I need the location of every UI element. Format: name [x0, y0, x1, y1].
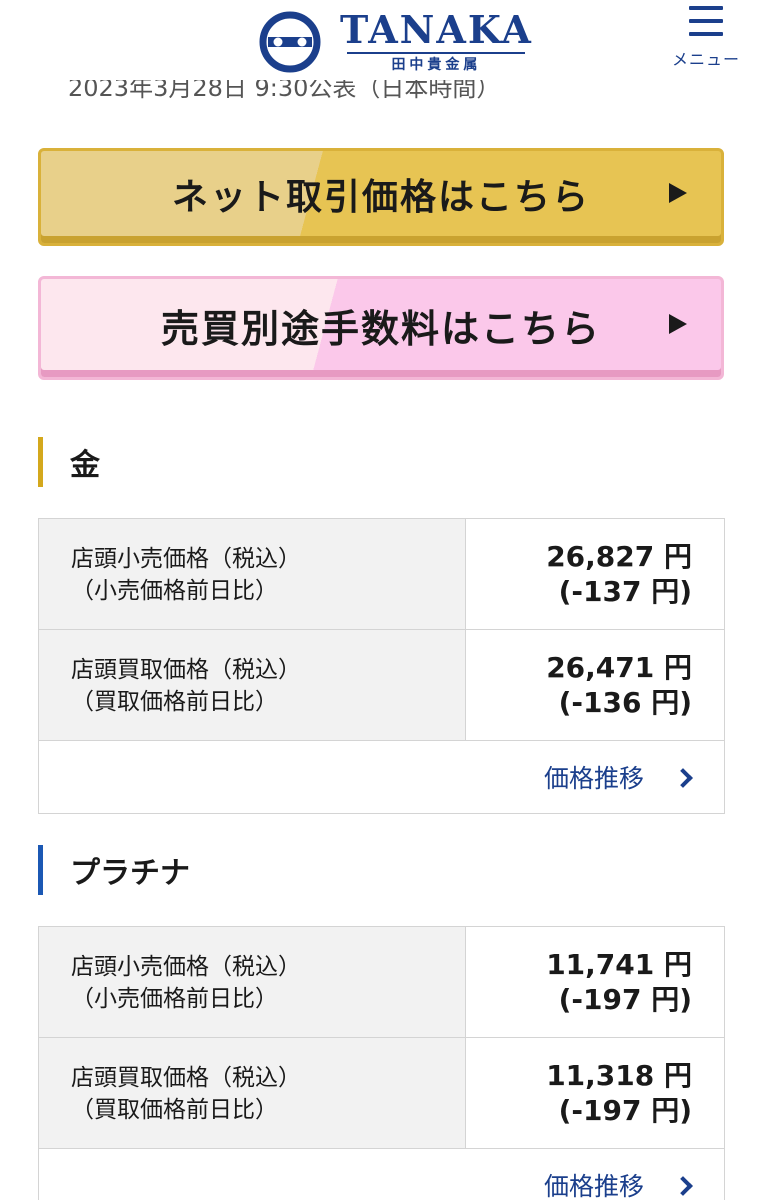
table-row: 店頭買取価格（税込） （買取価格前日比） 26,471 円 (-136 円)	[39, 630, 724, 741]
chevron-right-icon	[673, 768, 693, 788]
platinum-price-trend-link[interactable]: 価格推移	[543, 1167, 693, 1200]
table-row: 店頭小売価格（税込） （小売価格前日比） 11,741 円 (-197 円)	[39, 927, 724, 1038]
menu-button[interactable]: メニュー	[666, 6, 746, 70]
trend-link-label: 価格推移	[543, 1172, 644, 1200]
buy-price: 26,471 円	[546, 651, 692, 684]
chevron-right-icon	[673, 1176, 693, 1196]
buy-price-label: 店頭買取価格（税込） （買取価格前日比）	[39, 630, 466, 740]
hamburger-menu-icon	[689, 6, 723, 36]
retail-price: 11,741 円	[546, 948, 692, 981]
play-arrow-icon	[669, 183, 687, 203]
retail-label-line1: 店頭小売価格（税込）	[71, 954, 301, 980]
net-price-button-label: ネット取引価格はこちら	[171, 177, 590, 218]
buy-label-line2: （買取価格前日比）	[71, 1097, 278, 1123]
table-row: 店頭小売価格（税込） （小売価格前日比） 26,827 円 (-137 円)	[39, 519, 724, 630]
trend-row: 価格推移	[39, 1149, 724, 1200]
trend-row: 価格推移	[39, 741, 724, 813]
platinum-price-table: 店頭小売価格（税込） （小売価格前日比） 11,741 円 (-197 円) 店…	[38, 926, 725, 1200]
retail-change: (-137 円)	[558, 575, 692, 608]
retail-price-label: 店頭小売価格（税込） （小売価格前日比）	[39, 927, 466, 1037]
buy-label-line1: 店頭買取価格（税込）	[71, 1065, 301, 1091]
logo-main-text: TANAKA	[340, 7, 533, 52]
logo-sub-text: 田中貴金属	[391, 57, 482, 73]
site-header: TANAKA 田中貴金属 メニュー	[0, 0, 763, 84]
buy-price: 11,318 円	[546, 1059, 692, 1092]
platinum-section-title: プラチナ	[38, 845, 190, 895]
buy-price-value: 11,318 円 (-197 円)	[466, 1038, 724, 1148]
publish-date-text: 2023年3月28日 9:30公表（日本時間）	[68, 80, 488, 102]
tanaka-logo-icon	[259, 11, 321, 73]
publish-date: 2023年3月28日 9:30公表（日本時間）	[68, 80, 488, 102]
retail-price-value: 11,741 円 (-197 円)	[466, 927, 724, 1037]
menu-label: メニュー	[671, 50, 740, 69]
tanaka-logo[interactable]: TANAKA 田中貴金属	[258, 10, 533, 74]
buy-change: (-197 円)	[558, 1094, 692, 1127]
retail-change: (-197 円)	[558, 983, 692, 1016]
retail-label-line2: （小売価格前日比）	[71, 578, 278, 604]
retail-label-line2: （小売価格前日比）	[71, 986, 278, 1012]
gold-section-title: 金	[38, 437, 100, 487]
fees-button[interactable]: 売買別途手数料はこちら	[38, 276, 724, 380]
logo-wordmark: TANAKA 田中貴金属	[340, 10, 533, 74]
gold-price-table: 店頭小売価格（税込） （小売価格前日比） 26,827 円 (-137 円) 店…	[38, 518, 725, 814]
net-price-button[interactable]: ネット取引価格はこちら	[38, 148, 724, 246]
buy-label-line1: 店頭買取価格（税込）	[71, 657, 301, 683]
buy-price-value: 26,471 円 (-136 円)	[466, 630, 724, 740]
gold-price-trend-link[interactable]: 価格推移	[543, 759, 693, 795]
buy-label-line2: （買取価格前日比）	[71, 689, 278, 715]
retail-price-value: 26,827 円 (-137 円)	[466, 519, 724, 629]
retail-price: 26,827 円	[546, 540, 692, 573]
buy-change: (-136 円)	[558, 686, 692, 719]
buy-price-label: 店頭買取価格（税込） （買取価格前日比）	[39, 1038, 466, 1148]
retail-price-label: 店頭小売価格（税込） （小売価格前日比）	[39, 519, 466, 629]
play-arrow-icon	[669, 314, 687, 334]
fees-button-label: 売買別途手数料はこちら	[160, 306, 601, 351]
trend-link-label: 価格推移	[543, 764, 644, 793]
retail-label-line1: 店頭小売価格（税込）	[71, 546, 301, 572]
table-row: 店頭買取価格（税込） （買取価格前日比） 11,318 円 (-197 円)	[39, 1038, 724, 1149]
logo-divider	[347, 52, 526, 54]
